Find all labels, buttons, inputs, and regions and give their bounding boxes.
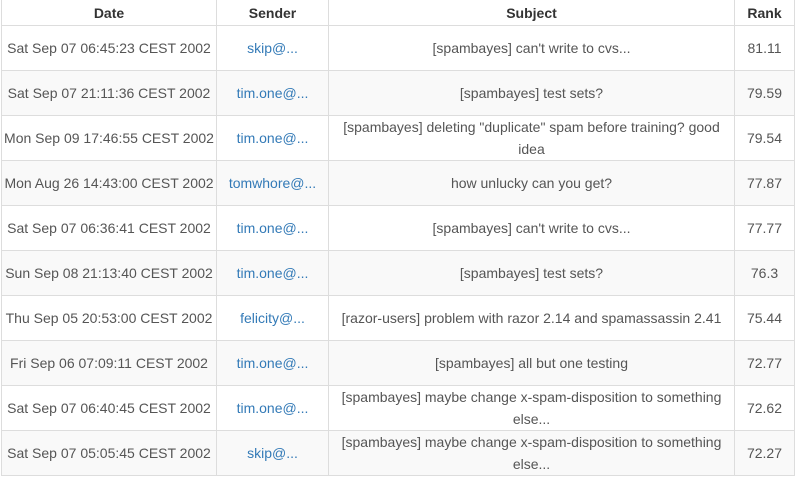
rank-cell: 79.54 (734, 115, 795, 161)
sender-cell: tim.one@... (216, 250, 329, 296)
sender-cell: felicity@... (216, 295, 329, 341)
subject-cell: [spambayes] deleting "duplicate" spam be… (328, 115, 735, 161)
subject-cell: how unlucky can you get? (328, 160, 735, 206)
sender-link[interactable]: skip@... (247, 40, 298, 56)
table-row: Thu Sep 05 20:53:00 CEST 2002 felicity@.… (1, 295, 795, 341)
date-cell: Mon Aug 26 14:43:00 CEST 2002 (1, 160, 217, 206)
sender-link[interactable]: tim.one@... (237, 220, 309, 236)
sender-cell: tim.one@... (216, 385, 329, 431)
sender-cell: skip@... (216, 25, 329, 71)
date-cell: Sat Sep 07 21:11:36 CEST 2002 (1, 70, 217, 116)
table-row: Fri Sep 06 07:09:11 CEST 2002 tim.one@..… (1, 340, 795, 386)
subject-cell: [spambayes] maybe change x-spam-disposit… (328, 385, 735, 431)
table-header-row: Date Sender Subject Rank (1, 0, 795, 26)
table-row: Sat Sep 07 06:40:45 CEST 2002 tim.one@..… (1, 385, 795, 431)
sender-cell: tim.one@... (216, 205, 329, 251)
sender-link[interactable]: tim.one@... (237, 355, 309, 371)
sender-link[interactable]: tim.one@... (237, 265, 309, 281)
sender-cell: tomwhore@... (216, 160, 329, 206)
rank-cell: 77.87 (734, 160, 795, 206)
date-cell: Sat Sep 07 06:36:41 CEST 2002 (1, 205, 217, 251)
table-row: Sat Sep 07 06:36:41 CEST 2002 tim.one@..… (1, 205, 795, 251)
subject-cell: [spambayes] maybe change x-spam-disposit… (328, 430, 735, 476)
sender-link[interactable]: tim.one@... (237, 85, 309, 101)
table-row: Sat Sep 07 21:11:36 CEST 2002 tim.one@..… (1, 70, 795, 116)
results-table: Date Sender Subject Rank Sat Sep 07 06:4… (1, 0, 795, 476)
table-row: Sat Sep 07 06:45:23 CEST 2002 skip@... [… (1, 25, 795, 71)
date-cell: Thu Sep 05 20:53:00 CEST 2002 (1, 295, 217, 341)
rank-cell: 72.27 (734, 430, 795, 476)
column-header-date[interactable]: Date (1, 0, 217, 26)
sender-link[interactable]: felicity@... (240, 310, 305, 326)
sender-cell: skip@... (216, 430, 329, 476)
table-row: Sun Sep 08 21:13:40 CEST 2002 tim.one@..… (1, 250, 795, 296)
date-cell: Sun Sep 08 21:13:40 CEST 2002 (1, 250, 217, 296)
sender-cell: tim.one@... (216, 115, 329, 161)
rank-cell: 77.77 (734, 205, 795, 251)
table-body: Sat Sep 07 06:45:23 CEST 2002 skip@... [… (1, 25, 795, 476)
column-header-sender[interactable]: Sender (216, 0, 329, 26)
date-cell: Sat Sep 07 05:05:45 CEST 2002 (1, 430, 217, 476)
rank-cell: 79.59 (734, 70, 795, 116)
sender-cell: tim.one@... (216, 340, 329, 386)
sender-link[interactable]: tim.one@... (237, 400, 309, 416)
subject-cell: [spambayes] all but one testing (328, 340, 735, 386)
date-cell: Mon Sep 09 17:46:55 CEST 2002 (1, 115, 217, 161)
rank-cell: 75.44 (734, 295, 795, 341)
rank-cell: 72.77 (734, 340, 795, 386)
table-row: Mon Aug 26 14:43:00 CEST 2002 tomwhore@.… (1, 160, 795, 206)
column-header-subject[interactable]: Subject (328, 0, 735, 26)
date-cell: Sat Sep 07 06:40:45 CEST 2002 (1, 385, 217, 431)
subject-cell: [spambayes] can't write to cvs... (328, 205, 735, 251)
date-cell: Sat Sep 07 06:45:23 CEST 2002 (1, 25, 217, 71)
date-cell: Fri Sep 06 07:09:11 CEST 2002 (1, 340, 217, 386)
column-header-rank[interactable]: Rank (734, 0, 795, 26)
rank-cell: 81.11 (734, 25, 795, 71)
sender-link[interactable]: tomwhore@... (229, 175, 316, 191)
subject-cell: [spambayes] can't write to cvs... (328, 25, 735, 71)
subject-cell: [spambayes] test sets? (328, 250, 735, 296)
rank-cell: 76.3 (734, 250, 795, 296)
table-row: Sat Sep 07 05:05:45 CEST 2002 skip@... [… (1, 430, 795, 476)
table-row: Mon Sep 09 17:46:55 CEST 2002 tim.one@..… (1, 115, 795, 161)
sender-cell: tim.one@... (216, 70, 329, 116)
sender-link[interactable]: skip@... (247, 445, 298, 461)
subject-cell: [razor-users] problem with razor 2.14 an… (328, 295, 735, 341)
subject-cell: [spambayes] test sets? (328, 70, 735, 116)
rank-cell: 72.62 (734, 385, 795, 431)
sender-link[interactable]: tim.one@... (237, 130, 309, 146)
